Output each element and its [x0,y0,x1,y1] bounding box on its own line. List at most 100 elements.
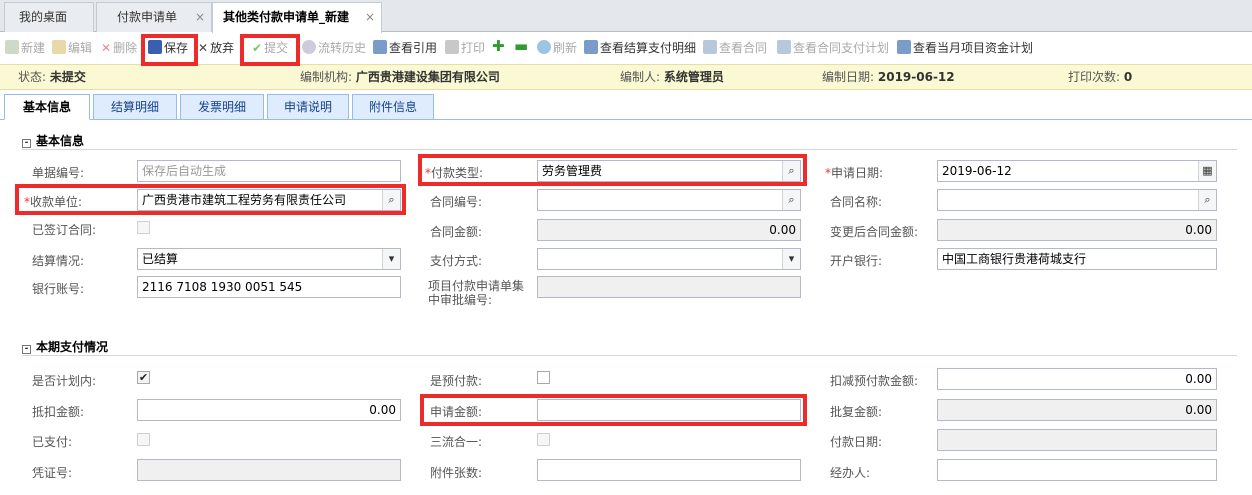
status-org: 编制机构: 广西贵港建设集团有限公司 [300,65,500,90]
apply-amount-label: 申请金额: [430,405,483,419]
approved-amount-label: 批复金额: [830,405,883,419]
label-text: 付款类型: [431,166,484,180]
tab-settle-detail[interactable]: 结算明细 [93,94,177,120]
contract-name-field[interactable]: ⌕ [937,189,1217,211]
collapse-icon[interactable]: - [22,345,31,354]
settle-status-select[interactable]: 已结算 ▾ [137,248,401,270]
section-title: 本期支付情况 [36,340,109,354]
account-field[interactable]: 2116 7108 1930 0051 545 [137,276,401,298]
attachment-count-field[interactable] [537,459,801,481]
check-icon: ✔ [252,41,263,55]
tab-invoice-detail[interactable]: 发票明细 [180,94,264,120]
view-reference-button[interactable]: 查看引用 [373,39,437,57]
add-row-button[interactable]: ✚ [492,37,505,55]
three-flow-checkbox[interactable] [537,433,550,446]
grid-icon [703,40,717,54]
grid-icon [373,40,387,54]
contract-name-label: 合同名称: [830,195,883,209]
discard-x-icon: ✕ [198,41,209,55]
signed-contract-checkbox[interactable] [137,221,150,234]
magnifier-icon[interactable]: ⌕ [782,190,800,210]
magnifier-icon[interactable]: ⌕ [1198,190,1216,210]
handler-field[interactable] [937,459,1217,481]
discard-button[interactable]: ✕ 放弃 [198,39,234,57]
pay-type-field[interactable]: 劳务管理费 ⌕ [537,160,801,182]
button-label: 编辑 [68,41,93,55]
label-text: 收款单位: [30,195,83,209]
tab-apply-note[interactable]: 申请说明 [267,94,349,120]
chevron-down-icon[interactable]: ▾ [782,249,800,269]
tab-basic-info[interactable]: 基本信息 [4,94,90,120]
bank-label: 开户银行: [830,254,883,268]
label-text: 申请日期: [831,166,884,180]
changed-amount-field[interactable]: 0.00 [937,219,1217,241]
label: 编制机构: [300,70,353,84]
tab-other-payment-new[interactable]: 其他类付款申请单_新建 × [212,2,382,33]
section-basic-info-header[interactable]: - 基本信息 [22,132,84,149]
refresh-button[interactable]: 刷新 [537,39,577,57]
calendar-icon[interactable]: ▦ [1198,161,1216,181]
payee-field[interactable]: 广西贵港市建筑工程劳务有限责任公司 ⌕ [137,189,401,211]
status-state: 状态: 未提交 [18,65,86,90]
section-title: 基本信息 [36,134,85,148]
field-value: 广西贵港市建筑工程劳务有限责任公司 [142,193,347,207]
attachment-count-label: 附件张数: [430,466,483,480]
grid-icon [777,40,791,54]
tab-payment-request[interactable]: 付款申请单 × [96,2,212,32]
submit-button[interactable]: ✔ 提交 [252,39,288,57]
voucher-field[interactable] [137,459,401,481]
contract-amount-field[interactable]: 0.00 [537,219,801,241]
batch-no-field[interactable] [537,276,801,298]
pencil-icon [52,40,66,54]
pay-method-select[interactable]: ▾ [537,248,801,270]
collapse-icon[interactable]: - [22,139,31,148]
new-button[interactable]: 新建 [5,39,45,57]
view-contract-plan-button[interactable]: 查看合同支付计划 [777,39,889,57]
deduct-prepay-field[interactable]: 0.00 [937,368,1217,390]
paid-checkbox[interactable] [137,433,150,446]
apply-amount-field[interactable] [537,399,801,421]
magnifier-icon[interactable]: ⌕ [382,190,400,210]
edit-button[interactable]: 编辑 [52,39,92,57]
magnifier-icon[interactable]: ⌕ [782,161,800,181]
status-author: 编制人: 系统管理员 [620,65,724,90]
view-month-plan-button[interactable]: 查看当月项目资金计划 [897,39,1033,57]
deduct-prepay-label: 扣减预付款金额: [830,374,919,388]
button-label: 流转历史 [318,41,367,55]
button-label: 打印 [461,41,486,55]
tab-attachments[interactable]: 附件信息 [352,94,434,120]
section-divider [22,355,1237,356]
tab-desktop[interactable]: 我的桌面 [4,2,94,32]
view-contract-button[interactable]: 查看合同 [703,39,767,57]
delete-button[interactable]: ✕ 删除 [101,39,137,57]
flow-history-button[interactable]: 流转历史 [302,39,366,57]
in-plan-checkbox[interactable]: ✔ [137,371,150,384]
button-label: 查看合同支付计划 [793,41,890,55]
save-button[interactable]: 保存 [148,39,188,57]
grid-icon [584,40,598,54]
pay-method-label: 支付方式: [430,254,483,268]
contract-no-field[interactable]: ⌕ [537,189,801,211]
view-settle-detail-button[interactable]: 查看结算支付明细 [584,39,696,57]
pay-date-field[interactable] [937,429,1217,451]
doc-no-field[interactable]: 保存后自动生成 [137,160,401,182]
plus-icon: ✚ [492,37,505,55]
tab-label: 其他类付款申请单_新建 [223,10,350,24]
approved-amount-field[interactable]: 0.00 [937,399,1217,421]
field-value: 2019-06-12 [942,164,1012,178]
apply-date-field[interactable]: 2019-06-12 ▦ [937,160,1217,182]
close-icon[interactable]: × [365,3,375,31]
button-label: 提交 [264,41,289,55]
label: 状态: [18,70,47,84]
bank-field[interactable]: 中国工商银行贵港荷城支行 [937,248,1217,270]
close-icon[interactable]: × [195,3,205,31]
prepay-checkbox[interactable] [537,371,550,384]
section-payment-header[interactable]: - 本期支付情况 [22,338,108,355]
handler-label: 经办人: [830,466,871,480]
button-label: 刷新 [553,41,578,55]
print-button[interactable]: 打印 [445,39,485,57]
offset-amount-field[interactable]: 0.00 [137,399,401,421]
chevron-down-icon[interactable]: ▾ [382,249,400,269]
value: 0 [1123,70,1133,84]
remove-row-button[interactable]: ▬ [514,37,528,55]
